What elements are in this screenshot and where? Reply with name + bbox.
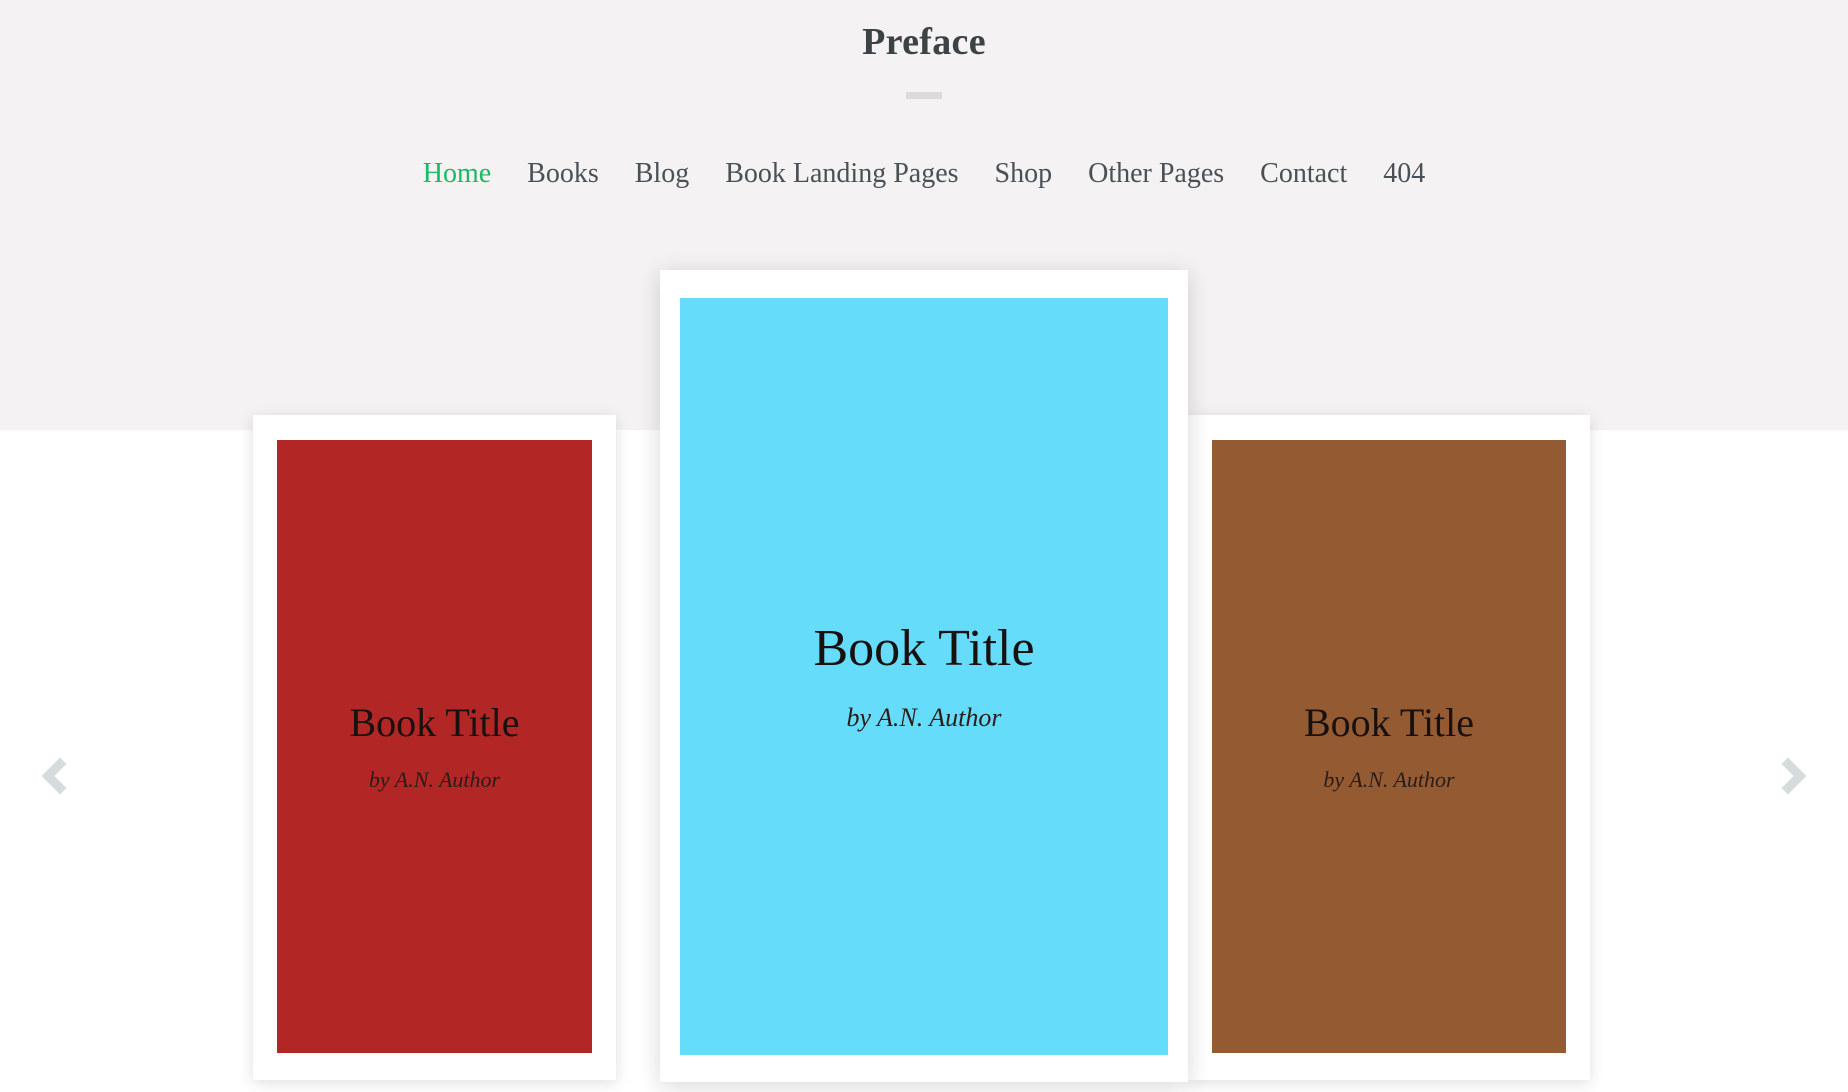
book-cover-left: Book Title by A.N. Author (277, 440, 592, 1053)
book-author-left: by A.N. Author (368, 766, 501, 792)
carousel-prev-button[interactable] (25, 745, 87, 807)
book-card-left[interactable]: Book Title by A.N. Author (253, 415, 616, 1080)
book-card-right[interactable]: Book Title by A.N. Author (1188, 415, 1590, 1080)
chevron-right-icon (1769, 757, 1807, 795)
book-carousel: Book Title by A.N. Author Book Title by … (0, 0, 1848, 1092)
book-author-right: by A.N. Author (1323, 766, 1455, 792)
book-title-left: Book Title (349, 699, 520, 745)
book-author-center: by A.N. Author (846, 703, 1002, 733)
chevron-left-icon (41, 757, 79, 795)
book-cover-center: Book Title by A.N. Author (680, 298, 1168, 1055)
book-title-right: Book Title (1303, 699, 1475, 745)
book-card-center[interactable]: Book Title by A.N. Author (660, 270, 1188, 1082)
page-root: Preface Home Books Blog Book Landing Pag… (0, 0, 1848, 1092)
book-cover-right: Book Title by A.N. Author (1212, 440, 1566, 1053)
book-title-center: Book Title (813, 619, 1035, 677)
carousel-next-button[interactable] (1761, 745, 1823, 807)
